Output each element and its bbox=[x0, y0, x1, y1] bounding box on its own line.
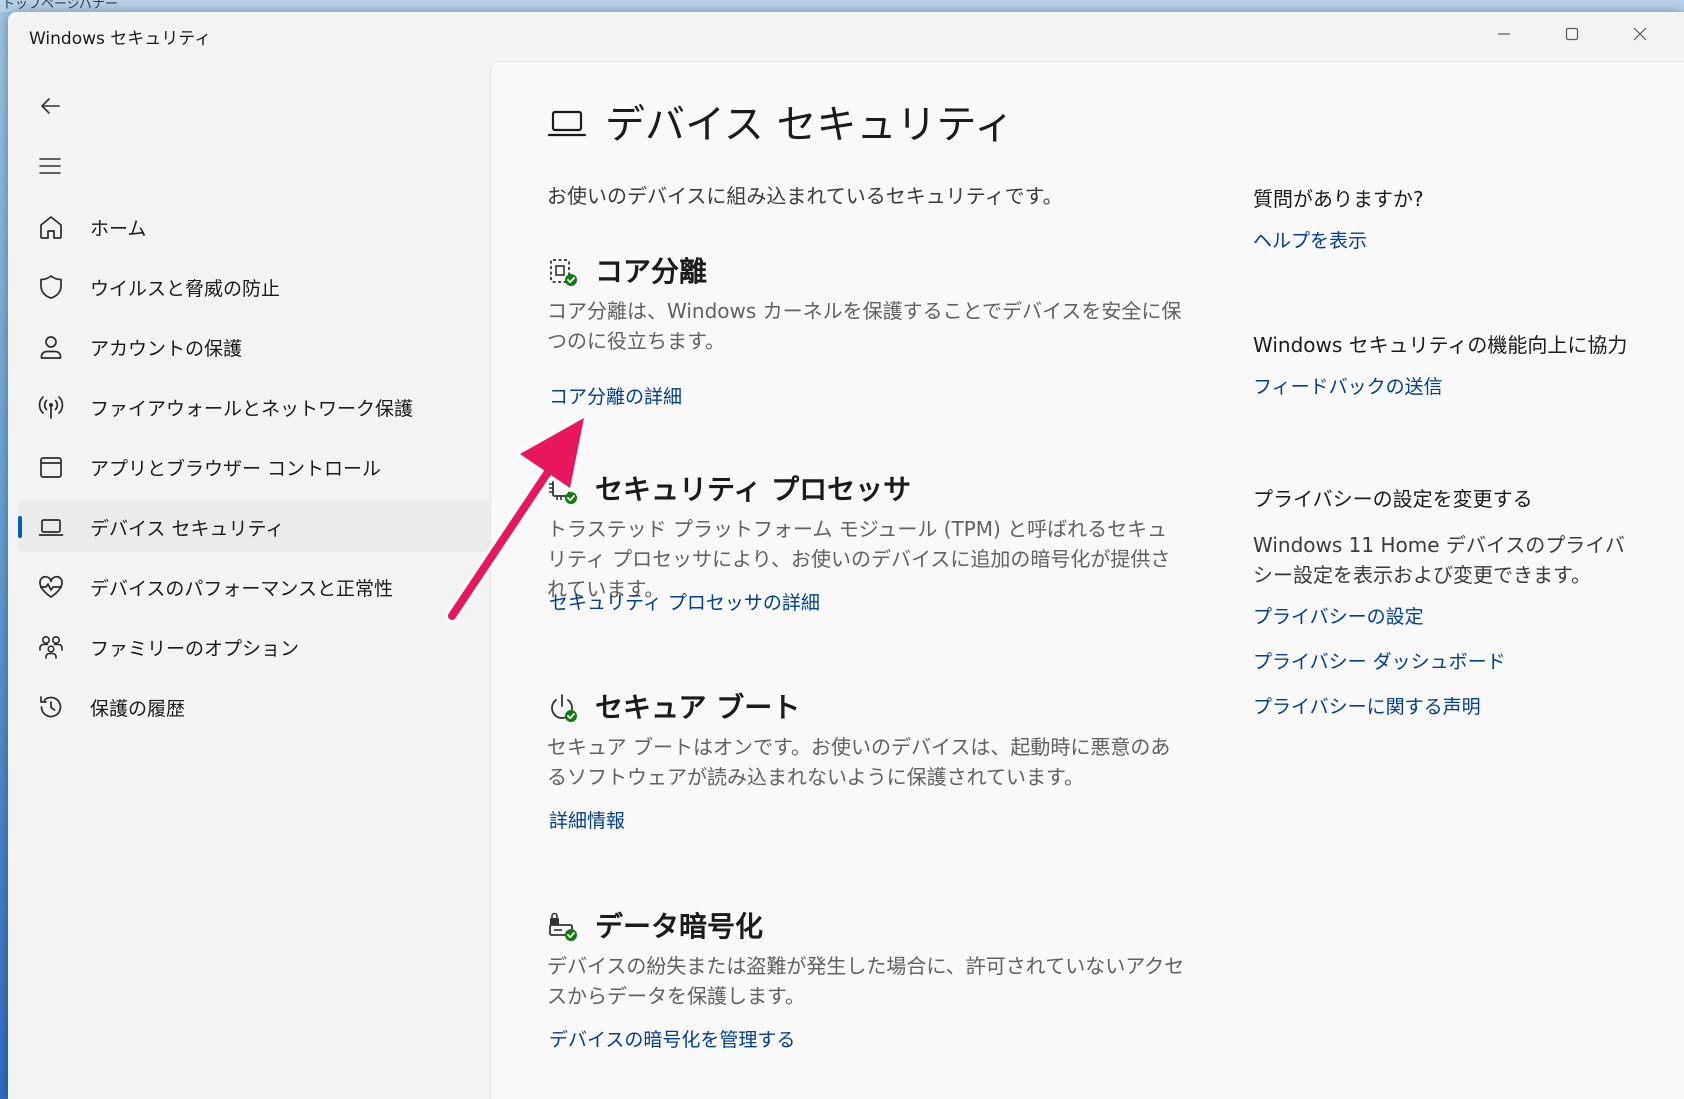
history-icon bbox=[40, 696, 62, 718]
feedback-heading: Windows セキュリティの機能向上に協力 bbox=[1253, 333, 1628, 357]
section-title: セキュリティ プロセッサ bbox=[595, 473, 912, 506]
nav-item-label: ホーム bbox=[90, 218, 147, 240]
privacy-description: Windows 11 Home デバイスのプライバシー設定を表示および変更できま… bbox=[1253, 533, 1625, 587]
manage-encryption-link[interactable]: デバイスの暗号化を管理する bbox=[549, 1025, 795, 1052]
person-icon bbox=[40, 336, 62, 359]
desktop-label: トップページバナー bbox=[2, 0, 118, 12]
nav-item-label: 保護の履歴 bbox=[90, 698, 186, 720]
nav-item-label: デバイス セキュリティ bbox=[90, 518, 285, 540]
section-title: データ暗号化 bbox=[595, 910, 764, 943]
nav-item-firewall[interactable]: ファイアウォールとネットワーク保護 bbox=[18, 380, 490, 432]
minimize-button[interactable] bbox=[1470, 12, 1538, 56]
family-icon bbox=[39, 635, 63, 659]
nav-item-family-options[interactable]: ファミリーのオプション bbox=[18, 620, 490, 672]
privacy-dashboard-link[interactable]: プライバシー ダッシュボード bbox=[1253, 647, 1633, 674]
section-description: セキュア ブートはオンです。お使いのデバイスは、起動時に悪意のあるソフトウェアが… bbox=[547, 735, 1171, 789]
feedback-panel: Windows セキュリティの機能向上に協力 フィードバックの送信 bbox=[1253, 330, 1633, 399]
chip-icon bbox=[549, 476, 577, 504]
section-title: セキュア ブート bbox=[595, 691, 801, 724]
privacy-statement-link[interactable]: プライバシーに関する声明 bbox=[1253, 692, 1633, 719]
core-isolation-details-link[interactable]: コア分離の詳細 bbox=[549, 382, 682, 409]
window-title: Windows セキュリティ bbox=[29, 29, 212, 49]
section-description: デバイスの紛失または盗難が発生した場合に、許可されていないアクセスからデータを保… bbox=[547, 954, 1185, 1008]
secure-boot-details-link[interactable]: 詳細情報 bbox=[549, 806, 625, 833]
nav-item-device-security[interactable]: デバイス セキュリティ bbox=[18, 500, 490, 552]
maximize-icon bbox=[1565, 27, 1579, 41]
security-processor-details-link[interactable]: セキュリティ プロセッサの詳細 bbox=[549, 588, 820, 615]
nav-item-label: ファミリーのオプション bbox=[90, 638, 300, 660]
show-help-link[interactable]: ヘルプを表示 bbox=[1253, 226, 1633, 253]
privacy-settings-link[interactable]: プライバシーの設定 bbox=[1253, 602, 1633, 629]
content-pane: デバイス セキュリティ お使いのデバイスに組み込まれているセキュリティです。 コ… bbox=[490, 61, 1684, 1099]
nav-item-device-performance[interactable]: デバイスのパフォーマンスと正常性 bbox=[18, 560, 490, 612]
heart-pulse-icon bbox=[39, 575, 63, 598]
close-button[interactable] bbox=[1606, 12, 1674, 56]
privacy-panel: プライバシーの設定を変更する Windows 11 Home デバイスのプライバ… bbox=[1253, 484, 1633, 719]
back-button[interactable] bbox=[30, 86, 70, 126]
nav-item-home[interactable]: ホーム bbox=[18, 200, 490, 252]
send-feedback-link[interactable]: フィードバックの送信 bbox=[1253, 372, 1633, 399]
menu-button[interactable] bbox=[30, 146, 70, 186]
help-heading: 質問がありますか? bbox=[1253, 187, 1424, 211]
shield-icon bbox=[40, 275, 62, 299]
back-arrow-icon bbox=[41, 98, 60, 114]
desktop-background: トップページバナー bbox=[0, 0, 1684, 12]
core-isolation-icon bbox=[550, 259, 577, 286]
minimize-icon bbox=[1498, 33, 1510, 35]
selection-indicator bbox=[18, 516, 22, 538]
page-title: デバイス セキュリティ bbox=[605, 102, 1015, 148]
laptop-icon bbox=[38, 519, 64, 536]
close-icon bbox=[1633, 27, 1647, 41]
laptop-icon bbox=[547, 110, 587, 137]
nav-item-protection-history[interactable]: 保護の履歴 bbox=[18, 680, 490, 732]
page-description: お使いのデバイスに組み込まれているセキュリティです。 bbox=[547, 184, 1063, 208]
encryption-icon bbox=[549, 912, 577, 941]
section-title: コア分離 bbox=[595, 255, 708, 288]
power-icon bbox=[551, 694, 577, 722]
nav-item-virus-protection[interactable]: ウイルスと脅威の防止 bbox=[18, 260, 490, 312]
antenna-icon bbox=[38, 396, 64, 419]
nav-item-account-protection[interactable]: アカウントの保護 bbox=[18, 320, 490, 372]
home-icon bbox=[40, 216, 62, 239]
help-panel: 質問がありますか? ヘルプを表示 bbox=[1253, 184, 1633, 253]
nav-item-label: アプリとブラウザー コントロール bbox=[90, 458, 382, 480]
nav-item-label: アカウントの保護 bbox=[90, 338, 243, 360]
title-bar[interactable]: Windows セキュリティ bbox=[8, 12, 1684, 60]
nav-item-label: デバイスのパフォーマンスと正常性 bbox=[90, 578, 394, 600]
browser-window-icon bbox=[40, 457, 62, 478]
nav-item-label: ウイルスと脅威の防止 bbox=[90, 278, 281, 300]
privacy-heading: プライバシーの設定を変更する bbox=[1253, 487, 1533, 511]
section-description: コア分離は、Windows カーネルを保護することでデバイスを安全に保つのに役立… bbox=[547, 299, 1182, 353]
navigation-pane: ホーム ウイルスと脅威の防止 アカウントの保護 ファイアウォールとネットワーク保… bbox=[8, 60, 490, 1099]
nav-item-app-browser-control[interactable]: アプリとブラウザー コントロール bbox=[18, 440, 490, 492]
windows-security-window: Windows セキュリティ ホーム ウイルスと脅威の防止 アカウントの保護 フ… bbox=[8, 12, 1684, 1099]
nav-item-label: ファイアウォールとネットワーク保護 bbox=[90, 398, 414, 420]
hamburger-menu-icon bbox=[39, 158, 61, 174]
maximize-button[interactable] bbox=[1538, 12, 1606, 56]
